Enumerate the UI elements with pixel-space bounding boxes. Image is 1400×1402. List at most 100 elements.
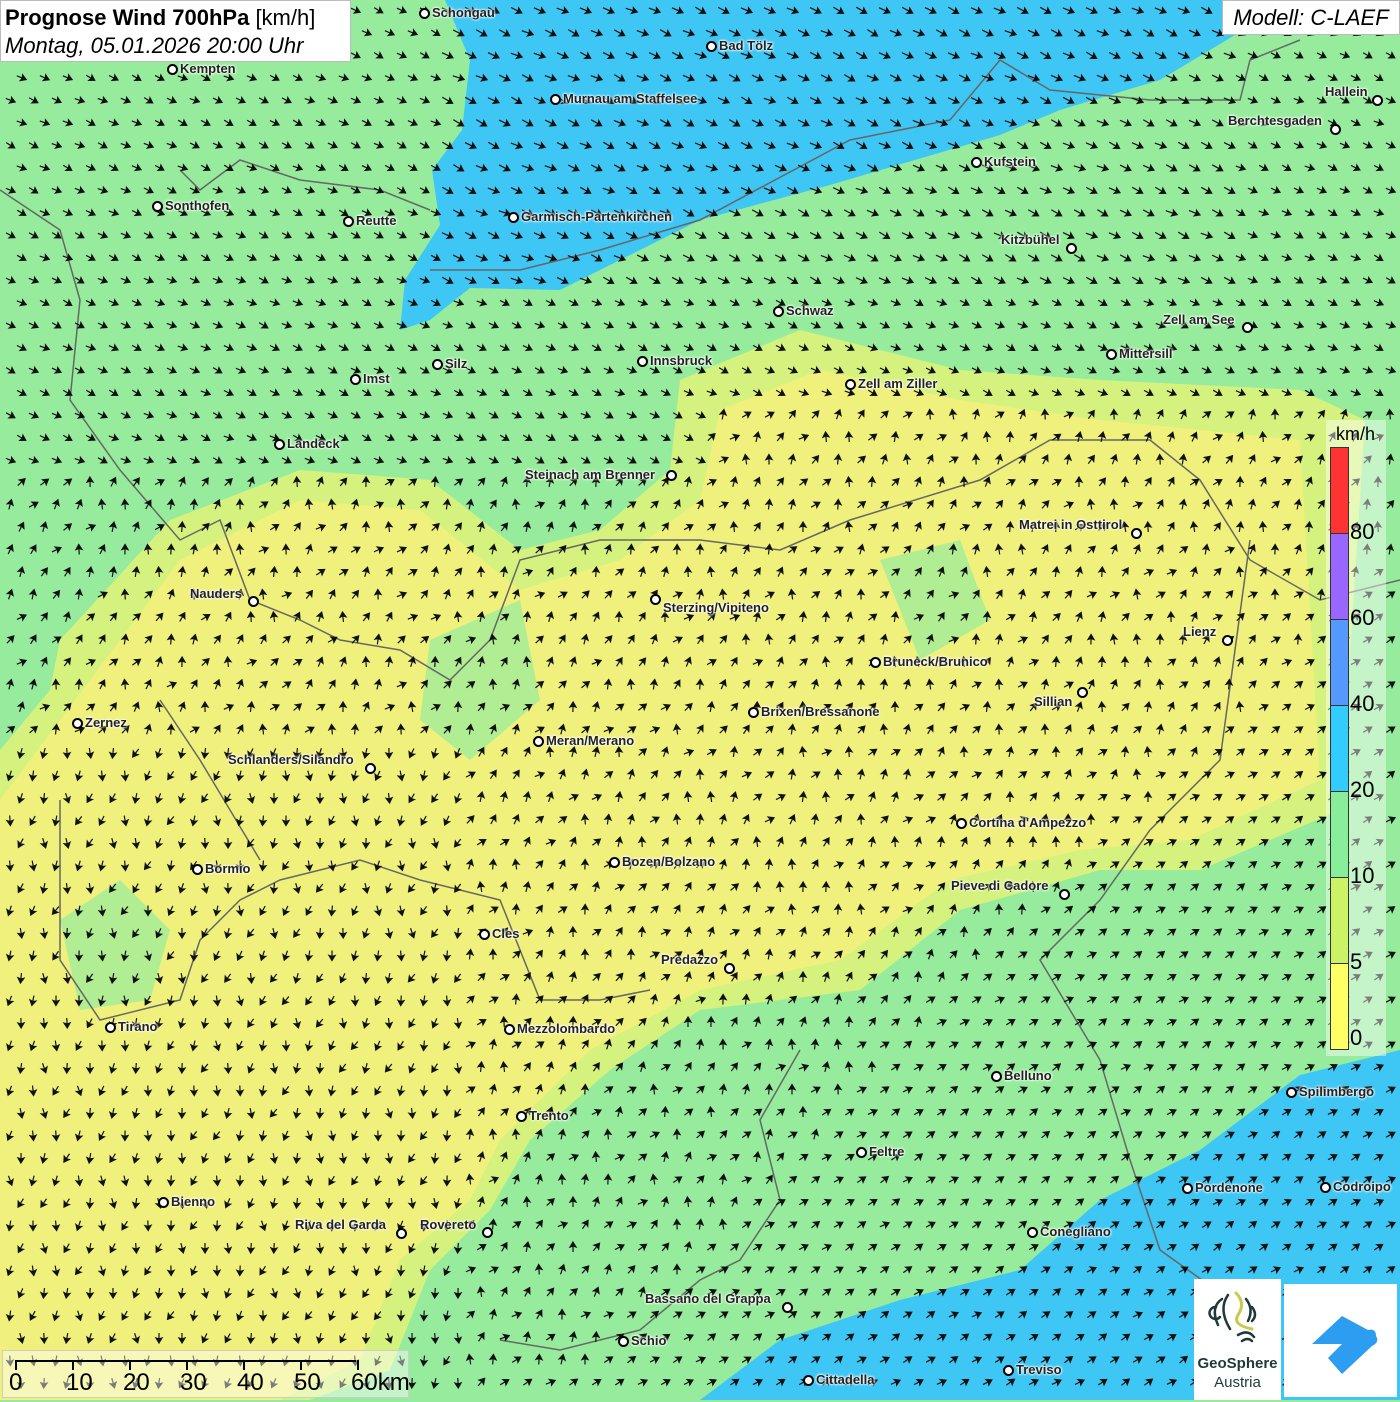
city-marker [618, 1336, 629, 1347]
legend-swatch [1330, 447, 1349, 534]
city-marker [666, 470, 677, 481]
mountain-cloud-logo-icon [1312, 1316, 1378, 1374]
city-label: Mezzolombardo [517, 1021, 616, 1036]
city-marker [1286, 1087, 1297, 1098]
city-label: Nauders [190, 586, 243, 601]
city-label: Rovereto [420, 1217, 477, 1232]
city-label: Meran/Merano [546, 733, 635, 748]
city-marker [1320, 1182, 1331, 1193]
city-marker [192, 864, 203, 875]
city-marker [516, 1111, 527, 1122]
city-marker [1059, 889, 1070, 900]
city-marker [152, 201, 163, 212]
city-label: Cortina d'Ampezzo [969, 815, 1087, 830]
city-marker [432, 359, 443, 370]
forecast-datetime: Montag, 05.01.2026 20:00 Uhr [5, 33, 304, 58]
legend-swatch [1330, 619, 1349, 706]
city-label: Treviso [1016, 1362, 1062, 1377]
city-marker [991, 1071, 1002, 1082]
city-label: Zell am See [1163, 312, 1235, 327]
color-legend: km/h 80 60 40 20 10 5 0 [1326, 420, 1386, 1056]
city-label: Lienz [1183, 624, 1217, 639]
geosphere-country: Austria [1214, 1374, 1261, 1391]
city-label: Schongau [432, 5, 495, 20]
city-label: Reutte [356, 213, 397, 228]
city-marker [1330, 124, 1341, 135]
legend-swatch [1330, 791, 1349, 878]
city-marker [479, 929, 490, 940]
city-label: Cittadella [816, 1372, 875, 1387]
city-marker [1131, 528, 1142, 539]
city-marker [1372, 95, 1383, 106]
city-label: Garmisch-Partenkirchen [521, 209, 673, 224]
city-marker [419, 8, 430, 19]
legend-swatch [1330, 877, 1349, 964]
legend-swatch [1330, 705, 1349, 792]
city-marker [504, 1024, 515, 1035]
city-label: Hallein [1325, 84, 1368, 99]
city-label: Bozen/Bolzano [622, 854, 716, 869]
city-marker [482, 1227, 493, 1238]
city-marker [508, 212, 519, 223]
model-label: Modell: C-LAEF [1222, 0, 1400, 35]
city-marker [274, 439, 285, 450]
city-label: Conegliano [1040, 1224, 1111, 1239]
scale-label: 20 [123, 1369, 150, 1396]
city-label: Murnau am Staffelsee [563, 91, 698, 106]
geosphere-logo[interactable]: GeoSphere Austria [1194, 1279, 1281, 1400]
city-marker [1027, 1227, 1038, 1238]
legend-unit: km/h [1336, 424, 1376, 444]
city-label: Zernez [85, 715, 127, 730]
scale-label: 40 [237, 1369, 264, 1396]
city-label: Bruneck/Brunico [883, 654, 988, 669]
city-marker [845, 379, 856, 390]
city-marker [550, 94, 561, 105]
city-marker [1066, 243, 1077, 254]
city-label: Landeck [287, 436, 340, 451]
city-marker [1003, 1365, 1014, 1376]
city-label: Innsbruck [650, 353, 713, 368]
city-label: Sillian [1034, 694, 1073, 709]
legend-swatch [1330, 533, 1349, 620]
scale-label: 0 [9, 1369, 23, 1396]
city-marker [1106, 349, 1117, 360]
city-label: Sonthofen [165, 198, 230, 213]
city-marker [1182, 1183, 1193, 1194]
city-label: Trento [529, 1108, 569, 1123]
city-label: Schio [631, 1333, 667, 1348]
city-label: Spilimbergo [1299, 1084, 1375, 1099]
city-label: Berchtesgaden [1228, 113, 1322, 128]
city-label: Kempten [180, 61, 236, 76]
city-label: Predazzo [661, 952, 719, 967]
city-marker [105, 1022, 116, 1033]
city-label: Riva del Garda [295, 1217, 387, 1232]
legend-swatch [1330, 963, 1349, 1050]
city-marker [248, 596, 259, 607]
city-marker [533, 736, 544, 747]
city-marker [773, 306, 784, 317]
geosphere-name: GeoSphere [1197, 1355, 1278, 1372]
city-marker [72, 718, 83, 729]
city-label: Tirano [118, 1019, 158, 1034]
city-marker [343, 216, 354, 227]
city-label: Bormio [205, 861, 251, 876]
legend-label: 60 [1350, 605, 1375, 630]
city-label: Sterzing/Vipiteno [663, 600, 769, 615]
city-label: Kitzbühel [1001, 232, 1060, 247]
scale-label: 60km [351, 1369, 410, 1396]
city-label: Schlanders/Silandro [228, 752, 354, 767]
city-marker [706, 41, 717, 52]
city-marker [748, 707, 759, 718]
city-marker [396, 1228, 407, 1239]
app-logo[interactable] [1284, 1284, 1397, 1397]
scale-label: 30 [180, 1369, 207, 1396]
city-marker [1222, 635, 1233, 646]
city-label: Steinach am Brenner [525, 467, 656, 482]
city-marker [167, 64, 178, 75]
city-label: Bassano del Grappa [645, 1291, 771, 1306]
city-marker [803, 1375, 814, 1386]
city-label: Belluno [1004, 1068, 1052, 1083]
city-marker [1242, 322, 1253, 333]
city-marker [971, 157, 982, 168]
city-marker [637, 356, 648, 367]
